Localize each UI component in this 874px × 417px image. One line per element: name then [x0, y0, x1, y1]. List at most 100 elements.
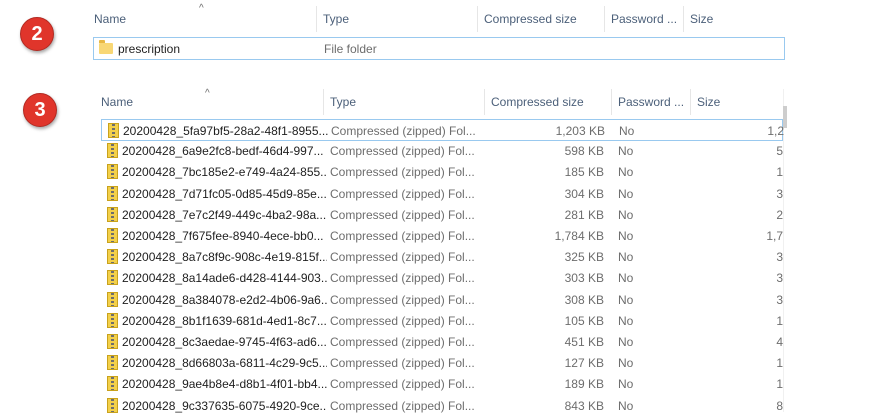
compressed-size: 843 KB [564, 398, 604, 413]
column-header-size[interactable]: Size [684, 6, 784, 32]
compressed-size: 304 KB [564, 186, 604, 201]
zip-folder-icon [107, 249, 118, 265]
file-name: 20200428_7bc185e2-e749-4a24-855... [122, 165, 327, 180]
zip-folder-icon [107, 206, 118, 222]
list-item[interactable]: 20200428_8c3aedae-9745-4f63-ad6... Compre… [101, 331, 783, 353]
file-size: 2 [776, 207, 783, 222]
password-protected: No [618, 207, 634, 222]
zip-folder-icon [107, 312, 118, 328]
password-protected: No [618, 186, 634, 201]
file-type: Compressed (zipped) Fol... [330, 250, 475, 265]
list-item[interactable]: prescription File folder [93, 37, 785, 60]
file-type: Compressed (zipped) Fol... [330, 377, 475, 392]
file-type: Compressed (zipped) Fol... [330, 229, 475, 243]
zip-folder-icon [107, 376, 118, 392]
file-size: 4 [776, 335, 783, 349]
folder-icon [99, 40, 113, 54]
compressed-size: 303 KB [564, 271, 604, 286]
file-type: Compressed (zipped) Fol... [331, 124, 476, 138]
file-type: Compressed (zipped) Fol... [330, 398, 475, 413]
column-header-name[interactable]: Name [88, 6, 316, 32]
zip-folder-icon [108, 123, 119, 138]
file-type: Compressed (zipped) Fol... [330, 335, 475, 349]
zip-folder-icon [107, 397, 118, 413]
file-size: 1 [776, 313, 783, 328]
list-item[interactable]: 20200428_7f675fee-8940-4ece-bb0... Compre… [101, 225, 783, 247]
zip-folder-icon [107, 143, 118, 159]
file-size: 1 [776, 377, 783, 392]
password-protected: No [619, 124, 635, 138]
file-size: 3 [776, 186, 783, 201]
file-type: Compressed (zipped) Fol... [330, 313, 475, 328]
file-name: 20200428_8a384078-e2d2-4b06-9a6... [122, 292, 327, 307]
password-protected: No [618, 271, 634, 286]
column-header-compressed-size[interactable]: Compressed size [478, 6, 604, 32]
file-size: 3 [776, 271, 783, 286]
compressed-size: 189 KB [564, 377, 604, 392]
list-item[interactable]: 20200428_7d71fc05-0d85-45d9-85e... Compre… [101, 183, 783, 205]
compressed-size: 325 KB [564, 250, 604, 265]
password-protected: No [618, 144, 634, 159]
list-item[interactable]: 20200428_9c337635-6075-4920-9ce... Compre… [101, 395, 783, 417]
column-header-compressed-size[interactable]: Compressed size [485, 89, 611, 115]
file-size: 3 [776, 250, 783, 265]
column-header-password[interactable]: Password ... [605, 6, 683, 32]
column-header-type[interactable]: Type [324, 89, 484, 115]
column-header-size[interactable]: Size [691, 89, 781, 115]
file-name: 20200428_7f675fee-8940-4ece-bb0... [122, 229, 324, 243]
file-name: 20200428_9c337635-6075-4920-9ce... [122, 398, 327, 413]
list-item[interactable]: 20200428_8a7c8f9c-908c-4e19-815f... Compr… [101, 246, 783, 268]
column-header-name[interactable]: Name [95, 89, 323, 115]
list-item[interactable]: 20200428_5fa97bf5-28a2-48f1-8955... Compr… [101, 119, 784, 141]
password-protected: No [618, 292, 634, 307]
compressed-size: 598 KB [564, 144, 604, 159]
file-type: Compressed (zipped) Fol... [330, 144, 475, 159]
list-item[interactable]: 20200428_8a14ade6-d428-4144-903... Compre… [101, 267, 783, 289]
compressed-size: 105 KB [564, 313, 604, 328]
file-type: Compressed (zipped) Fol... [330, 207, 475, 222]
password-protected: No [618, 250, 634, 265]
zip-folder-icon [107, 334, 118, 349]
compressed-size: 1,203 KB [555, 124, 605, 138]
file-name: prescription [118, 42, 181, 56]
step-badge-3: 3 [23, 93, 57, 127]
file-size: 5 [776, 144, 783, 159]
password-protected: No [618, 165, 634, 180]
list-item[interactable]: 20200428_8d66803a-6811-4c29-9c5... Compre… [101, 352, 783, 374]
zip-folder-icon [107, 228, 118, 243]
compressed-size: 1,784 KB [554, 229, 604, 243]
file-size: 3 [776, 292, 783, 307]
zip-folder-icon [107, 355, 118, 371]
file-size: 1 [776, 165, 783, 180]
file-type: Compressed (zipped) Fol... [330, 356, 475, 371]
compressed-size: 127 KB [564, 356, 604, 371]
password-protected: No [618, 377, 634, 392]
list-item[interactable]: 20200428_9ae4b8e4-d8b1-4f01-bb4... Compre… [101, 373, 783, 395]
list-item[interactable]: 20200428_7bc185e2-e749-4a24-855... Compre… [101, 161, 783, 183]
list-item[interactable]: 20200428_8a384078-e2d2-4b06-9a6... Compre… [101, 289, 783, 311]
file-name: 20200428_8d66803a-6811-4c29-9c5... [122, 356, 327, 371]
file-name: 20200428_5fa97bf5-28a2-48f1-8955... [123, 124, 328, 138]
list-item[interactable]: 20200428_8b1f1639-681d-4ed1-8c7... Compre… [101, 310, 783, 332]
zip-folder-icon [107, 164, 118, 180]
file-type: Compressed (zipped) Fol... [330, 186, 475, 201]
compressed-size: 185 KB [564, 165, 604, 180]
file-size: 1,2 [767, 124, 784, 138]
column-header-type[interactable]: Type [317, 6, 477, 32]
file-size: 8 [776, 398, 783, 413]
file-name: 20200428_8c3aedae-9745-4f63-ad6... [122, 335, 327, 349]
file-name: 20200428_9ae4b8e4-d8b1-4f01-bb4... [122, 377, 327, 392]
zip-folder-icon [107, 270, 118, 286]
file-name: 20200428_7d71fc05-0d85-45d9-85e... [122, 186, 327, 201]
password-protected: No [618, 313, 634, 328]
compressed-size: 281 KB [564, 207, 604, 222]
file-type: Compressed (zipped) Fol... [330, 165, 475, 180]
zip-folder-icon [107, 185, 118, 201]
list-item[interactable]: 20200428_7e7c2f49-449c-4ba2-98a... Compre… [101, 204, 783, 226]
file-name: 20200428_6a9e2fc8-bedf-46d4-997... [122, 144, 324, 159]
file-size: 1 [776, 356, 783, 371]
column-header-password[interactable]: Password ... [612, 89, 690, 115]
list-item[interactable]: 20200428_6a9e2fc8-bedf-46d4-997... Compre… [101, 140, 783, 162]
file-name: 20200428_8b1f1639-681d-4ed1-8c7... [122, 313, 327, 328]
bottom-list-header: ^ Name Type Compressed size Password ...… [95, 89, 785, 115]
